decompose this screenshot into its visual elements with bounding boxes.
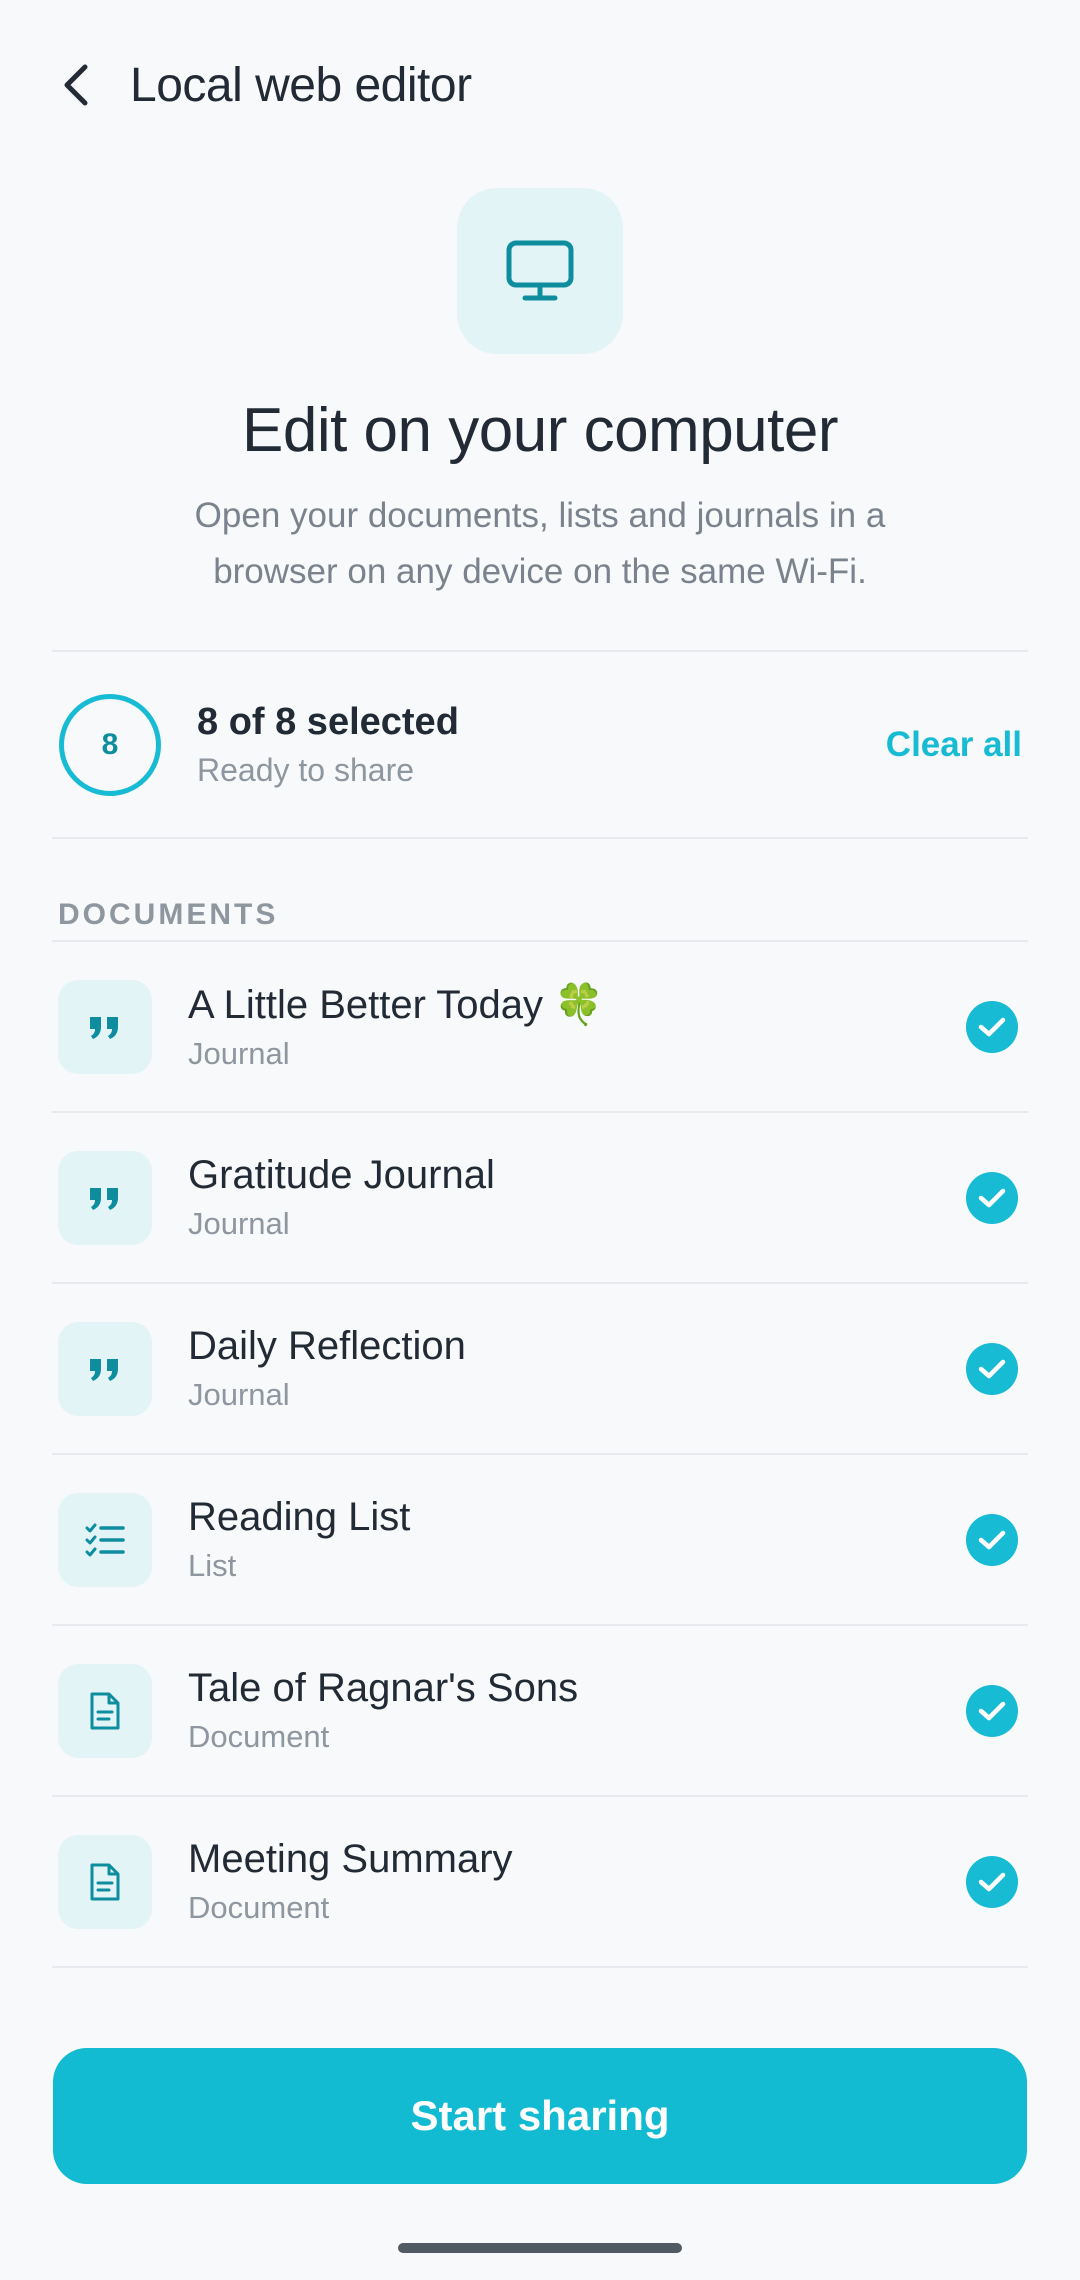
checklist-icon — [85, 1523, 125, 1556]
item-title: Tale of Ragnar's Sons — [188, 1666, 579, 1710]
item-type: Document — [188, 1890, 330, 1925]
list-item[interactable]: Meeting Summary Document — [52, 1795, 1028, 1966]
selected-count-badge: 8 — [59, 694, 161, 796]
list-icon-tile — [58, 1492, 152, 1587]
selection-text: 8 of 8 selected Ready to share — [197, 701, 886, 789]
hero-icon-container — [457, 188, 623, 354]
hero-title: Edit on your computer — [241, 396, 839, 465]
start-sharing-button[interactable]: Start sharing — [53, 2048, 1027, 2184]
quote-icon — [90, 1187, 118, 1210]
list-item[interactable]: Gratitude Journal Journal — [52, 1111, 1028, 1282]
list-item[interactable]: Reading List List — [52, 1453, 1028, 1624]
item-title: Reading List — [188, 1495, 411, 1539]
page-title: Local web editor — [130, 58, 472, 112]
selection-title: 8 of 8 selected — [197, 701, 459, 743]
check-icon — [978, 1359, 1006, 1378]
document-icon — [90, 1863, 120, 1900]
item-type: Document — [188, 1719, 330, 1754]
item-title: Daily Reflection — [188, 1324, 466, 1368]
check-icon — [978, 1872, 1006, 1891]
journal-icon-tile — [58, 979, 152, 1074]
item-type: Journal — [188, 1377, 290, 1412]
quote-icon — [90, 1016, 118, 1039]
checkbox-checked[interactable] — [966, 1684, 1018, 1737]
check-icon — [978, 1530, 1006, 1549]
divider — [52, 837, 1028, 839]
document-icon — [90, 1692, 120, 1729]
clear-all-button[interactable]: Clear all — [886, 725, 1022, 765]
monitor-icon — [506, 240, 574, 301]
list-item[interactable]: Daily Reflection Journal — [52, 1282, 1028, 1453]
selection-subtitle: Ready to share — [197, 752, 415, 788]
checkbox-checked[interactable] — [966, 1000, 1018, 1053]
back-button[interactable] — [52, 61, 100, 109]
section-header-documents: DOCUMENTS — [58, 898, 279, 931]
scroll-fade — [0, 1980, 1080, 2048]
document-icon-tile — [58, 1834, 152, 1929]
item-title: Meeting Summary — [188, 1837, 513, 1881]
item-title: Gratitude Journal — [188, 1153, 495, 1197]
list-item[interactable]: Tale of Ragnar's Sons Document — [52, 1624, 1028, 1795]
hero-subtitle: Open your documents, lists and journals … — [194, 496, 886, 591]
document-list: A Little Better Today 🍀 Journal Gratitud… — [52, 940, 1028, 2016]
checkbox-checked[interactable] — [966, 1342, 1018, 1395]
back-arrow-icon — [64, 64, 88, 106]
check-icon — [978, 1017, 1006, 1036]
journal-icon-tile — [58, 1150, 152, 1245]
check-icon — [978, 1701, 1006, 1720]
item-title: A Little Better Today 🍀 — [188, 983, 604, 1027]
journal-icon-tile — [58, 1321, 152, 1416]
item-type: Journal — [188, 1036, 290, 1071]
list-item[interactable]: A Little Better Today 🍀 Journal — [52, 940, 1028, 1111]
top-app-bar: Local web editor — [0, 0, 1080, 170]
checkbox-checked[interactable] — [966, 1855, 1018, 1908]
checkbox-checked[interactable] — [966, 1513, 1018, 1566]
checkbox-checked[interactable] — [966, 1171, 1018, 1224]
item-type: List — [188, 1548, 237, 1583]
quote-icon — [90, 1358, 118, 1381]
selection-summary: 8 8 of 8 selected Ready to share Clear a… — [52, 652, 1028, 838]
check-icon — [978, 1188, 1006, 1207]
item-type: Journal — [188, 1206, 290, 1241]
document-icon-tile — [58, 1663, 152, 1758]
home-indicator[interactable] — [398, 2243, 682, 2253]
